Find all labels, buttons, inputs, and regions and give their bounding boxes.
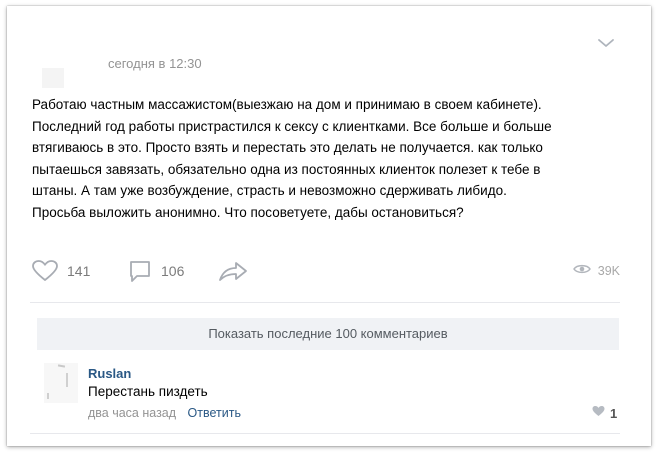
views-count: 39K [597, 264, 620, 278]
divider [30, 302, 620, 303]
heart-icon [32, 260, 58, 282]
eye-icon [572, 262, 591, 280]
post-actions: 141 106 39K [32, 258, 622, 284]
share-button[interactable] [218, 258, 248, 284]
comment-like-count: 1 [610, 405, 618, 421]
divider [30, 433, 620, 434]
post-avatar[interactable] [42, 68, 64, 88]
post-text: Работаю частным массажистом(выезжаю на д… [32, 97, 552, 220]
speech-bubble-icon [128, 259, 152, 283]
show-comments-button[interactable]: Показать последние 100 комментариев [37, 318, 619, 350]
post-timestamp[interactable]: сегодня в 12:30 [108, 56, 202, 71]
views-counter: 39K [572, 258, 620, 284]
like-count: 141 [67, 263, 91, 279]
heart-icon [592, 404, 605, 422]
comment-button[interactable]: 106 [128, 258, 184, 284]
reply-button[interactable]: Ответить [188, 406, 241, 420]
comment-count: 106 [161, 263, 185, 279]
comment-author[interactable]: Ruslan [88, 366, 131, 381]
comment-text: Перестань пиздеть [88, 384, 208, 399]
comment-time[interactable]: два часа назад [88, 406, 176, 420]
share-arrow-icon [218, 260, 248, 282]
comment-meta: два часа назад Ответить [88, 406, 241, 420]
comment-like-button[interactable]: 1 [592, 404, 617, 422]
comment-avatar[interactable] [44, 363, 78, 403]
like-button[interactable]: 141 [32, 258, 90, 284]
chevron-down-icon[interactable] [596, 36, 616, 50]
